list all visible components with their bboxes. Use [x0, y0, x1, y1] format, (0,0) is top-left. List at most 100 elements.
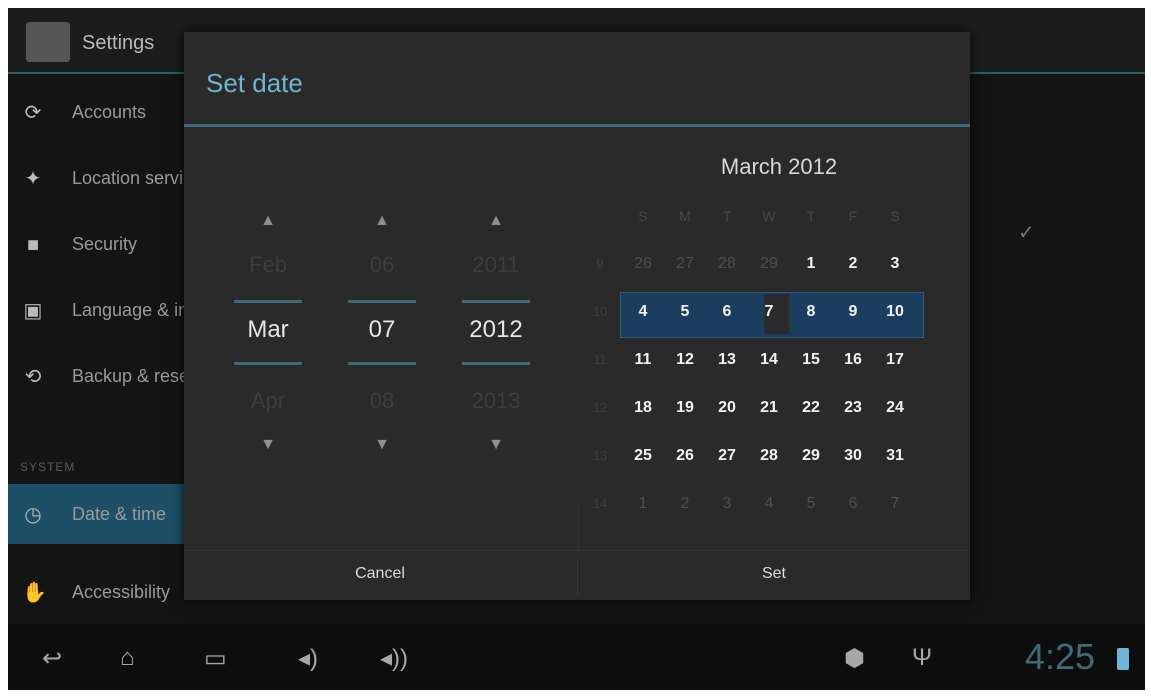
decrement-arrow-icon[interactable]: ▼ [344, 436, 420, 454]
week-number: 13 [592, 448, 608, 463]
calendar-day[interactable]: 17 [880, 340, 910, 380]
location-icon: ✦ [24, 168, 42, 190]
home-icon[interactable]: ⌂ [120, 644, 135, 672]
calendar-day[interactable]: 15 [796, 340, 826, 380]
sidebar-item-accessibility[interactable]: ✋ Accessibility [8, 562, 186, 622]
system-nav-bar: ↩ ⌂ ▭ ◂) ◂)) ⬢ Ψ 4:25 [8, 624, 1145, 690]
calendar-day[interactable]: 1 [796, 244, 826, 284]
sidebar-item-accounts[interactable]: ⟳ Accounts [8, 82, 186, 142]
calendar-day[interactable]: 29 [796, 436, 826, 476]
picker-divider [234, 300, 302, 303]
sidebar-item-security[interactable]: ■ Security [8, 214, 186, 274]
calendar-month-title: March 2012 [720, 154, 838, 179]
tablet-screen: Settings ⟳ Accounts ✦ Location services … [8, 8, 1145, 690]
app-title: Settings [82, 32, 155, 54]
calendar-day[interactable]: 5 [670, 292, 700, 332]
accessibility-icon: ✋ [22, 582, 47, 604]
calendar-day[interactable]: 3 [880, 244, 910, 284]
calendar-day[interactable]: 2 [838, 244, 868, 284]
cancel-button[interactable]: Cancel [184, 565, 576, 583]
sidebar-item-location[interactable]: ✦ Location services [8, 148, 211, 208]
picker-divider [348, 300, 416, 303]
increment-arrow-icon[interactable]: ▲ [458, 212, 534, 230]
decrement-arrow-icon[interactable]: ▼ [230, 436, 306, 454]
calendar-day[interactable]: 7 [754, 292, 784, 332]
sidebar-item-label: Backup & reset [72, 366, 195, 386]
picker-divider [462, 362, 530, 365]
sidebar-item-backup[interactable]: ⟲ Backup & reset [8, 346, 194, 406]
calendar-day[interactable]: 28 [754, 436, 784, 476]
backup-icon: ⟲ [24, 366, 42, 388]
week-number: 9 [596, 256, 604, 271]
month-picker[interactable]: ▲ Feb Mar Apr ▼ [230, 212, 306, 454]
calendar-day[interactable]: 19 [670, 388, 700, 428]
calendar-day-outside-month[interactable]: 29 [754, 244, 784, 284]
calendar-day[interactable]: 10 [880, 292, 910, 332]
clock-icon: ◷ [24, 504, 42, 526]
calendar-day[interactable]: 27 [712, 436, 742, 476]
calendar-day-outside-month[interactable]: 6 [838, 484, 868, 524]
calendar-day[interactable]: 25 [628, 436, 658, 476]
calendar-day-outside-month[interactable]: 4 [754, 484, 784, 524]
day-picker[interactable]: ▲ 06 07 08 ▼ [344, 212, 420, 454]
calendar-day[interactable]: 11 [628, 340, 658, 380]
prev-value: 2011 [472, 252, 520, 277]
calendar-day[interactable]: 14 [754, 340, 784, 380]
calendar-day[interactable]: 8 [796, 292, 826, 332]
prev-value: 06 [369, 252, 395, 277]
calendar-day[interactable]: 23 [838, 388, 868, 428]
calendar-day[interactable]: 6 [712, 292, 742, 332]
sidebar-item-language[interactable]: ▣ Language & input [8, 280, 214, 340]
calendar-day-outside-month[interactable]: 26 [628, 244, 658, 284]
decrement-arrow-icon[interactable]: ▼ [458, 436, 534, 454]
calendar-day[interactable]: 26 [670, 436, 700, 476]
picker-value[interactable]: 07 [344, 316, 420, 344]
calendar-day-outside-month[interactable]: 27 [670, 244, 700, 284]
picker-divider [462, 300, 530, 303]
year-picker[interactable]: ▲ 2011 2012 2013 ▼ [458, 212, 534, 454]
calendar-day[interactable]: 4 [628, 292, 658, 332]
calendar-day[interactable]: 22 [796, 388, 826, 428]
picker-value[interactable]: Mar [230, 316, 306, 344]
settings-sidebar: ⟳ Accounts ✦ Location services ■ Securit… [8, 74, 214, 624]
calendar-day[interactable]: 20 [712, 388, 742, 428]
android-debug-icon: ⬢ [844, 645, 865, 672]
dialog-title: Set date [206, 68, 303, 98]
calendar-day[interactable]: 16 [838, 340, 868, 380]
calendar-day[interactable]: 31 [880, 436, 910, 476]
calendar-day-outside-month[interactable]: 28 [712, 244, 742, 284]
calendar-day-outside-month[interactable]: 2 [670, 484, 700, 524]
calendar-day[interactable]: 13 [712, 340, 742, 380]
calendar-day[interactable]: 24 [880, 388, 910, 428]
volume-up-icon[interactable]: ◂)) [380, 644, 408, 673]
weekday-header: F [848, 208, 858, 224]
calendar-day-outside-month[interactable]: 3 [712, 484, 742, 524]
calendar-day-outside-month[interactable]: 7 [880, 484, 910, 524]
next-value: 08 [369, 388, 395, 413]
sidebar-item-date-time[interactable]: ◷ Date & time [8, 484, 186, 544]
calendar-day[interactable]: 30 [838, 436, 868, 476]
calendar-day-outside-month[interactable]: 5 [796, 484, 826, 524]
weekday-header: T [806, 208, 816, 224]
calendar-day-outside-month[interactable]: 1 [628, 484, 658, 524]
increment-arrow-icon[interactable]: ▲ [344, 212, 420, 230]
title-divider [184, 124, 970, 127]
calendar-day[interactable]: 21 [754, 388, 784, 428]
calendar-day[interactable]: 9 [838, 292, 868, 332]
calendar-day[interactable]: 12 [670, 340, 700, 380]
sidebar-section-system: SYSTEM [20, 460, 76, 474]
week-number: 11 [593, 352, 607, 367]
volume-down-icon[interactable]: ◂) [298, 644, 318, 673]
sidebar-item-label: Accounts [72, 102, 147, 122]
recents-icon[interactable]: ▭ [204, 644, 227, 673]
status-clock: 4:25 [1024, 636, 1095, 677]
weekday-header: M [679, 208, 691, 224]
increment-arrow-icon[interactable]: ▲ [230, 212, 306, 230]
calendar-day[interactable]: 18 [628, 388, 658, 428]
back-icon[interactable]: ↩ [42, 644, 62, 673]
sidebar-item-label: Date & time [72, 504, 167, 524]
set-button[interactable]: Set [578, 565, 970, 583]
next-value: 2013 [471, 388, 521, 413]
settings-app-icon[interactable] [26, 22, 70, 62]
picker-value[interactable]: 2012 [458, 316, 534, 344]
